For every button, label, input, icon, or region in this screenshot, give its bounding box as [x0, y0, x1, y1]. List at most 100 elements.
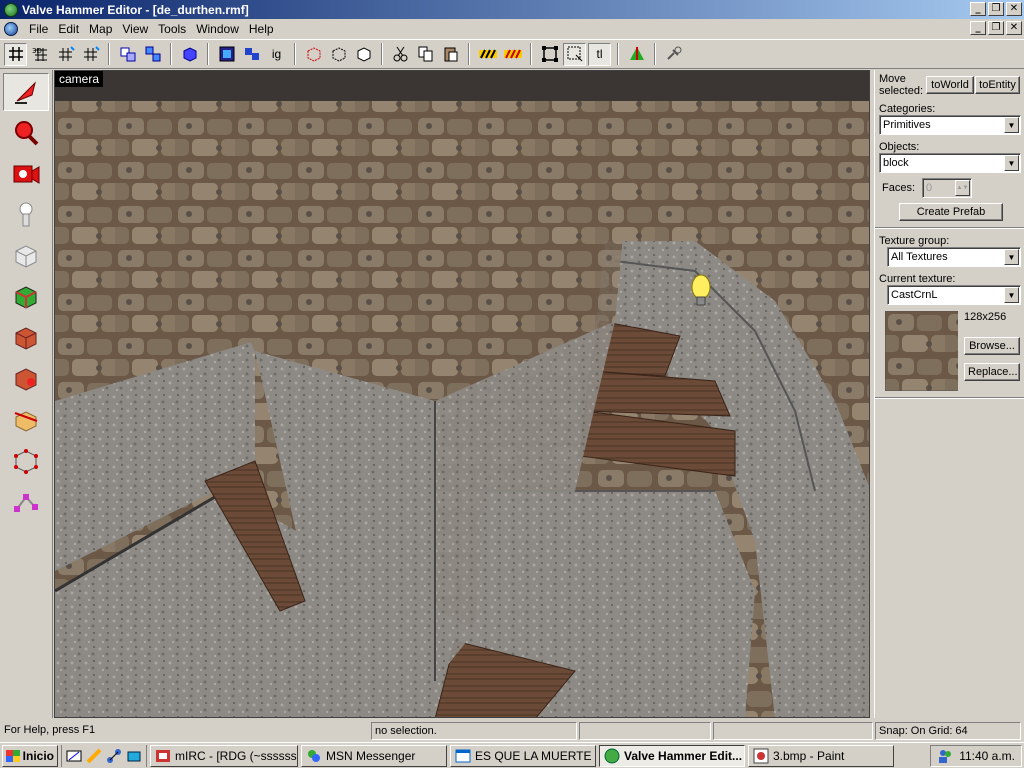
path-tool-icon[interactable]: [3, 483, 49, 521]
cut-icon[interactable]: [389, 43, 412, 66]
clock[interactable]: 11:40 a.m.: [959, 749, 1015, 763]
selection-tool-icon[interactable]: [3, 73, 49, 111]
chevron-down-icon[interactable]: ▼: [1004, 117, 1019, 133]
hammer-app-icon[interactable]: [4, 2, 18, 17]
group-icon[interactable]: [141, 43, 164, 66]
doc-restore-button[interactable]: ❐: [988, 21, 1004, 35]
hide-selected-icon[interactable]: [352, 43, 375, 66]
create-prefab-button[interactable]: Create Prefab: [899, 203, 1003, 221]
paste-icon[interactable]: [439, 43, 462, 66]
doc-minimize-button[interactable]: _: [970, 21, 986, 35]
texture-lock-icon[interactable]: [476, 43, 499, 66]
larger-grid-icon[interactable]: [79, 43, 102, 66]
vertex-manipulation-icon[interactable]: [3, 442, 49, 480]
status-help: For Help, press F1: [4, 724, 96, 736]
3d-grid-icon[interactable]: 3D: [29, 43, 52, 66]
magnify-tool-icon[interactable]: [3, 114, 49, 152]
texture-size: 128x256: [964, 311, 1007, 323]
browse-button[interactable]: Browse...: [964, 337, 1020, 355]
current-texture-select[interactable]: CastCrnL ▼: [887, 285, 1021, 305]
menu-window[interactable]: Window: [191, 22, 244, 36]
show-desktop-icon[interactable]: [66, 748, 82, 764]
menu-help[interactable]: Help: [244, 22, 279, 36]
close-button[interactable]: ✕: [1006, 2, 1022, 16]
task-label: Valve Hammer Edit...: [624, 748, 743, 763]
to-world-button[interactable]: toWorld: [926, 76, 974, 94]
menu-tools[interactable]: Tools: [153, 22, 191, 36]
texture-toggle-icon[interactable]: tl: [588, 42, 611, 66]
status-snap: Snap: On Grid: 64: [875, 722, 1021, 740]
browser-window-icon: [455, 749, 471, 762]
options-icon[interactable]: [662, 43, 685, 66]
to-entity-button[interactable]: toEntity: [975, 76, 1020, 94]
texture-preview[interactable]: [885, 311, 958, 391]
apply-texture-icon[interactable]: [3, 319, 49, 357]
run-map-icon[interactable]: [625, 43, 648, 66]
faces-label: Faces:: [882, 182, 916, 194]
menu-edit[interactable]: Edit: [53, 22, 84, 36]
chevron-down-icon[interactable]: ▼: [1004, 249, 1019, 265]
block-tool-icon[interactable]: [3, 237, 49, 275]
task-label: ES QUE LA MUERTE ...: [475, 748, 596, 763]
resize-handles-icon[interactable]: [538, 43, 561, 66]
task-paint[interactable]: 3.bmp - Paint: [748, 744, 894, 767]
cordon-icon[interactable]: [302, 43, 325, 66]
select-icon[interactable]: [563, 42, 586, 66]
texture-application-icon[interactable]: [3, 278, 49, 316]
texture-group-label: Texture group:: [879, 235, 950, 247]
chevron-down-icon[interactable]: ▼: [1004, 287, 1019, 303]
move-selected-label: Move selected:: [879, 73, 924, 97]
mirc-icon: [156, 749, 170, 762]
menu-view[interactable]: View: [117, 22, 153, 36]
grid-icon[interactable]: [4, 42, 27, 66]
task-browser[interactable]: ES QUE LA MUERTE ...: [450, 744, 596, 767]
smaller-grid-icon[interactable]: [54, 43, 77, 66]
texture-group-select[interactable]: All Textures ▼: [887, 247, 1021, 267]
start-button[interactable]: Inicio: [2, 744, 58, 767]
doc-close-button[interactable]: ✕: [1006, 21, 1022, 35]
users-tray-icon[interactable]: [937, 748, 953, 764]
faces-stepper[interactable]: 0 ▲▼: [922, 178, 972, 198]
chevron-down-icon[interactable]: ▼: [1004, 155, 1019, 171]
entity-tool-icon[interactable]: [3, 196, 49, 234]
camera-tool-icon[interactable]: [3, 155, 49, 193]
task-mirc[interactable]: mIRC - [RDG (~sssssss...: [150, 744, 298, 767]
minimize-button[interactable]: _: [970, 2, 986, 16]
ungroup-icon[interactable]: [240, 43, 263, 66]
hide-icon[interactable]: [178, 43, 201, 66]
categories-select[interactable]: Primitives ▼: [879, 115, 1021, 135]
copy-icon[interactable]: [414, 43, 437, 66]
categories-label: Categories:: [879, 103, 936, 115]
spin-arrows-icon[interactable]: ▲▼: [955, 180, 970, 196]
clipping-tool-icon[interactable]: [3, 401, 49, 439]
menu-bar: File Edit Map View Tools Window Help _ ❐…: [0, 19, 1024, 38]
decal-tool-icon[interactable]: [3, 360, 49, 398]
network-icon[interactable]: [106, 748, 122, 764]
faces-value: 0: [926, 182, 933, 194]
replace-button[interactable]: Replace...: [964, 363, 1020, 381]
carve-icon[interactable]: [116, 43, 139, 66]
paint-icon: [753, 748, 769, 763]
task-hammer[interactable]: Valve Hammer Edit...: [599, 744, 745, 767]
hide-unselected-icon[interactable]: [327, 43, 350, 66]
texture-apply-icon[interactable]: [501, 43, 524, 66]
taskbar: Inicio mIRC - [RDG (~sssssss... MSN Mess…: [0, 742, 1024, 768]
globe-icon: [604, 748, 620, 763]
task-msn[interactable]: MSN Messenger: [301, 744, 447, 767]
objects-label: Objects:: [879, 141, 920, 153]
camera-viewport[interactable]: camera: [54, 70, 870, 718]
task-label: mIRC - [RDG (~sssssss...: [175, 748, 297, 763]
show-icon[interactable]: [215, 43, 238, 66]
camera-scene[interactable]: [55, 71, 870, 718]
objects-select[interactable]: block ▼: [879, 153, 1021, 173]
menu-map[interactable]: Map: [84, 22, 117, 36]
restore-button[interactable]: ❐: [988, 2, 1004, 16]
main-toolbar: 3D ig tl: [0, 39, 1024, 69]
ignore-group-icon[interactable]: ig: [265, 43, 288, 66]
winamp-icon[interactable]: [86, 748, 102, 764]
document-globe-icon[interactable]: [4, 21, 18, 36]
menu-file[interactable]: File: [24, 22, 53, 36]
svg-text:3D: 3D: [32, 47, 42, 55]
texture-group-value: All Textures: [891, 251, 948, 263]
hammer-launch-icon[interactable]: [126, 748, 142, 764]
